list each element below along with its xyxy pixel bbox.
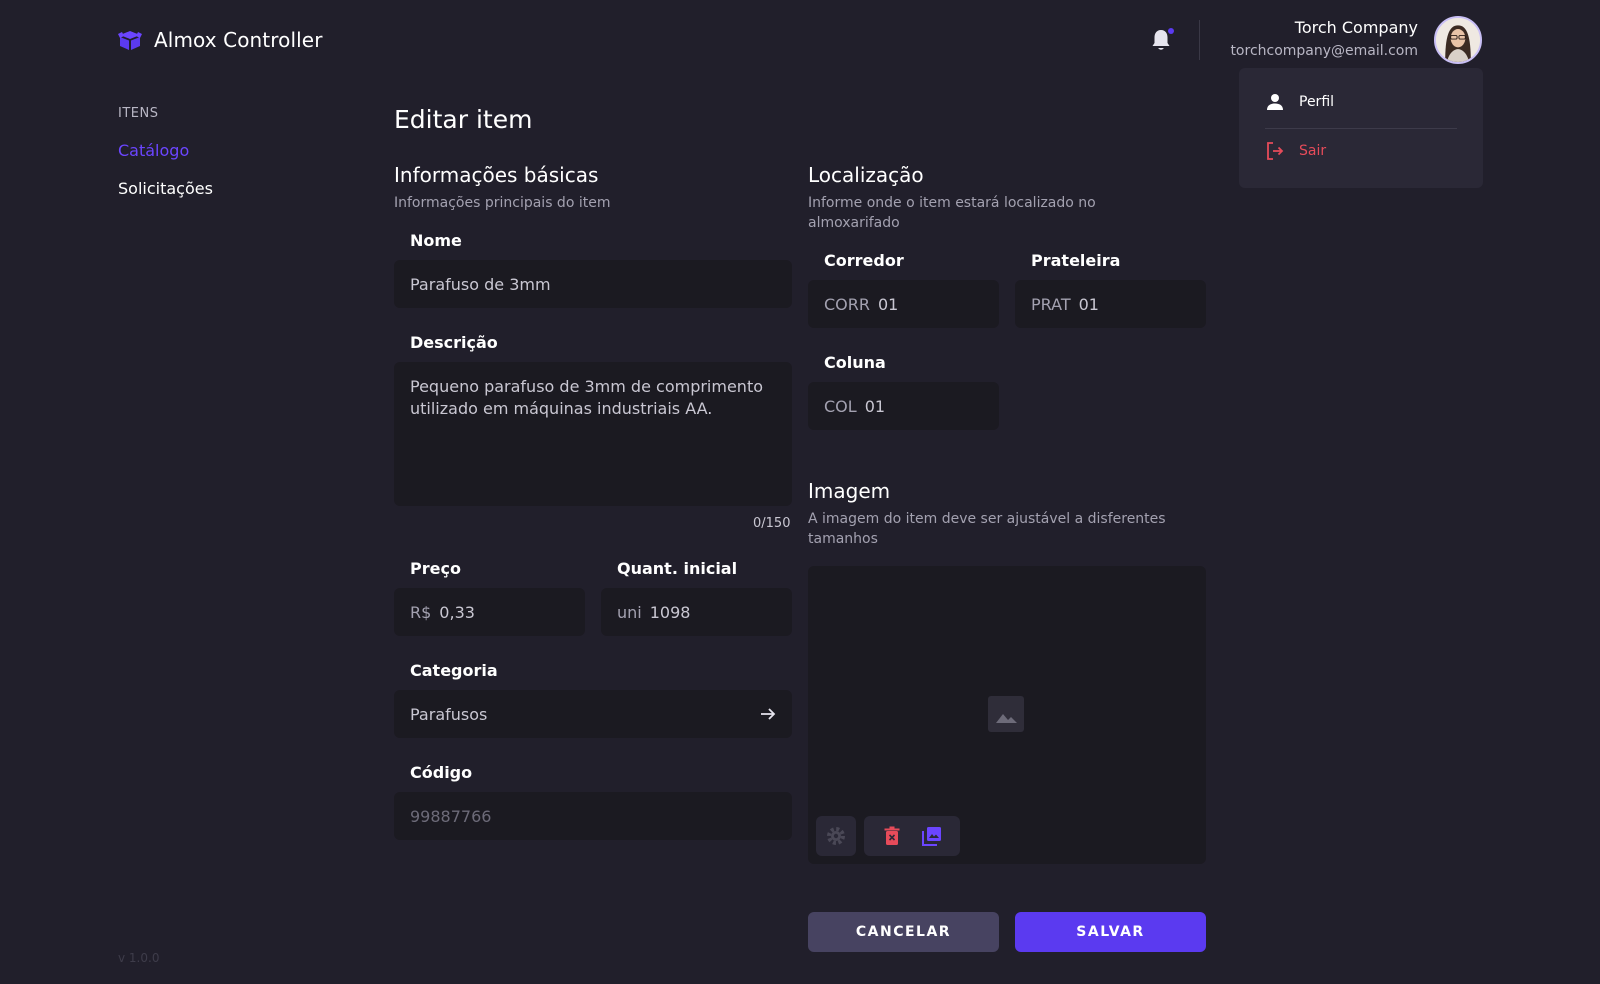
category-value: Parafusos <box>410 704 488 724</box>
image-dropzone[interactable] <box>808 566 1206 864</box>
qty-value: 1098 <box>649 602 691 622</box>
code-placeholder: 99887766 <box>410 806 492 826</box>
app-version: v 1.0.0 <box>118 951 160 965</box>
menu-item-profile[interactable]: Perfil <box>1265 92 1334 112</box>
image-actions <box>864 816 960 856</box>
category-select[interactable]: Parafusos <box>394 690 792 738</box>
app-title: Almox Controller <box>154 28 323 52</box>
code-label: Código <box>410 763 473 782</box>
menu-item-logout-label: Sair <box>1299 143 1327 159</box>
shelf-label: Prateleira <box>1031 251 1121 270</box>
column-input[interactable]: COL 01 <box>808 382 999 430</box>
location-subtitle: Informe onde o item estará localizado no… <box>808 195 1096 231</box>
delete-icon[interactable] <box>881 825 903 847</box>
code-input[interactable]: 99887766 <box>394 792 792 840</box>
location-title: Localização <box>808 163 924 187</box>
sidebar-item-requests[interactable]: Solicitações <box>118 179 213 198</box>
column-prefix: COL <box>824 396 857 416</box>
basic-info-title: Informações básicas <box>394 163 599 187</box>
cancel-button[interactable]: CANCELAR <box>808 912 999 952</box>
user-menu: Perfil Sair <box>1239 68 1483 188</box>
menu-separator <box>1265 128 1457 129</box>
shelf-input[interactable]: PRAT 01 <box>1015 280 1206 328</box>
image-subtitle: A imagem do item deve ser ajustável a di… <box>808 511 1166 547</box>
notification-dot <box>1168 28 1174 34</box>
sidebar-item-catalog[interactable]: Catálogo <box>118 141 189 160</box>
qty-input[interactable]: uni 1098 <box>601 588 792 636</box>
corridor-input[interactable]: CORR 01 <box>808 280 999 328</box>
basic-info-subtitle: Informações principais do item <box>394 195 611 211</box>
image-title: Imagem <box>808 479 891 503</box>
save-button[interactable]: SALVAR <box>1015 912 1206 952</box>
person-icon <box>1267 94 1283 110</box>
description-label: Descrição <box>410 333 498 352</box>
name-label: Nome <box>410 231 462 250</box>
sidebar-section-title: ITENS <box>118 106 159 121</box>
menu-item-logout[interactable]: Sair <box>1265 141 1326 161</box>
gear-icon <box>827 827 845 845</box>
price-input[interactable]: R$ 0,33 <box>394 588 585 636</box>
name-value: Parafuso de 3mm <box>410 274 551 294</box>
description-textarea[interactable]: Pequeno parafuso de 3mm de comprimento u… <box>394 362 792 506</box>
header-divider <box>1199 20 1200 60</box>
avatar-photo <box>1436 18 1480 62</box>
user-name: Torch Company <box>1294 18 1418 37</box>
category-label: Categoria <box>410 661 498 680</box>
column-label: Coluna <box>824 353 886 372</box>
price-prefix: R$ <box>410 602 432 622</box>
price-label: Preço <box>410 559 461 578</box>
user-email: torchcompany@email.com <box>1230 43 1418 59</box>
gallery-icon[interactable] <box>921 825 943 847</box>
description-value: Pequeno parafuso de 3mm de comprimento u… <box>410 377 763 418</box>
menu-item-profile-label: Perfil <box>1299 94 1335 110</box>
price-value: 0,33 <box>439 602 475 622</box>
image-settings-button[interactable] <box>816 816 856 856</box>
name-input[interactable]: Parafuso de 3mm <box>394 260 792 308</box>
arrow-right-icon <box>761 708 776 720</box>
avatar[interactable] <box>1434 16 1482 64</box>
logout-icon <box>1267 142 1284 160</box>
shelf-prefix: PRAT <box>1031 294 1071 314</box>
image-placeholder-icon <box>988 696 1024 732</box>
app-logo[interactable]: Almox Controller <box>118 28 323 52</box>
corridor-value: 01 <box>878 294 899 314</box>
corridor-label: Corredor <box>824 251 904 270</box>
description-counter: 0/150 <box>753 516 791 531</box>
corridor-prefix: CORR <box>824 294 870 314</box>
column-value: 01 <box>864 396 886 416</box>
page-title: Editar item <box>394 105 533 134</box>
qty-prefix: uni <box>617 602 642 622</box>
shelf-value: 01 <box>1078 294 1099 314</box>
qty-label: Quant. inicial <box>617 559 738 578</box>
box-icon <box>118 31 142 50</box>
